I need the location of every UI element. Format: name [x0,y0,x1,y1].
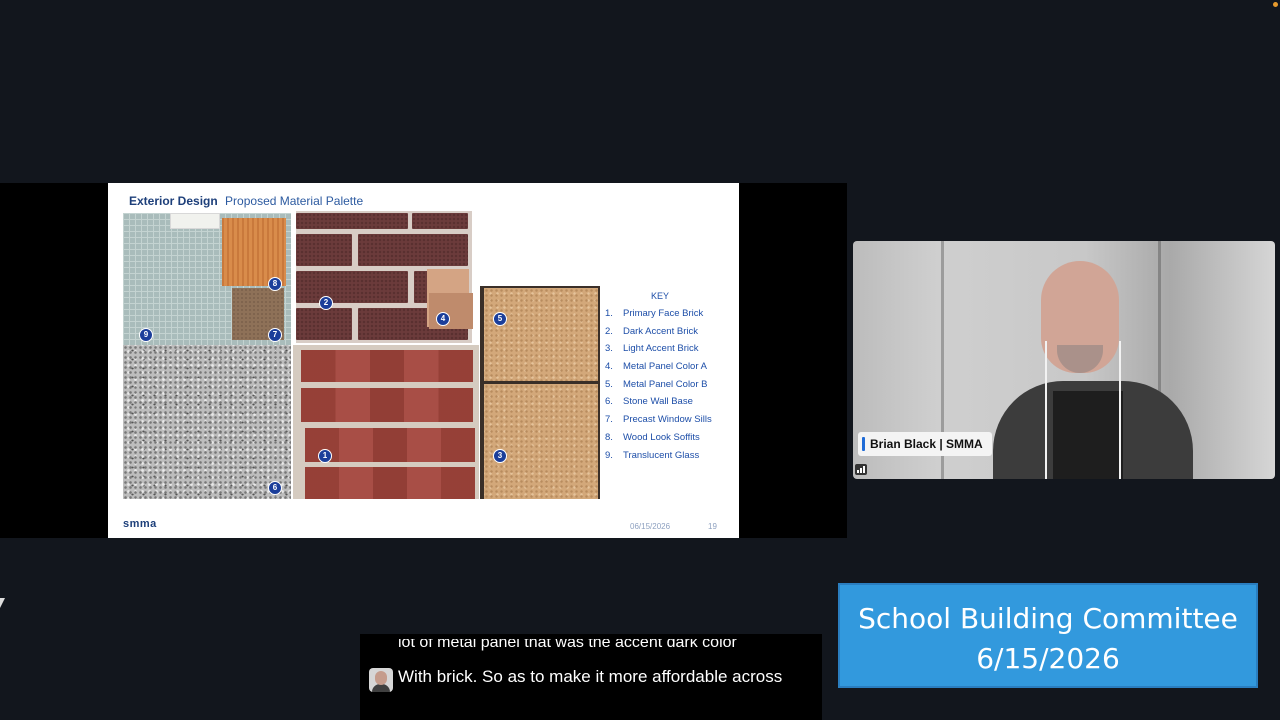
sample-label-card [170,213,220,229]
slide-title-subtitle: Proposed Material Palette [225,194,364,208]
badge-3: 3 [493,449,507,463]
presentation-slide: Exterior Design Proposed Material Palett… [108,183,739,538]
key-item: 9. Translucent Glass [605,449,700,461]
metal-panel-a-shade [429,293,473,329]
caption-previous-line: lot of metal panel that was the accent d… [398,634,737,651]
key-item: 8. Wood Look Soffits [605,431,700,443]
badge-5: 5 [493,312,507,326]
banner-date: 6/15/2026 [976,642,1120,675]
badge-8: 8 [268,277,282,291]
badge-7: 7 [268,328,282,342]
key-title: KEY [650,291,669,301]
mouse-cursor-icon [0,598,5,608]
key-item: 6. Stone Wall Base [605,396,693,408]
caption-current-text: With brick. So as to make it more afford… [398,667,783,686]
slide-date: 06/15/2026 [630,522,671,531]
speaker-avatar [369,668,393,692]
participant-name-tag: Brian Black | SMMA [858,432,992,456]
committee-banner: School Building Committee 6/15/2026 [838,583,1258,688]
banner-title: School Building Committee [858,602,1238,635]
wood-look-soffit-sample [222,218,286,286]
badge-4: 4 [436,312,450,326]
connection-signal-icon[interactable] [855,464,867,475]
badge-1: 1 [318,449,332,463]
badge-6: 6 [268,481,282,495]
key-item: 4. Metal Panel Color A [605,361,707,373]
live-caption-panel: lot of metal panel that was the accent d… [360,634,822,720]
smma-logo: smma [123,518,157,530]
slide-page-number: 19 [708,522,717,531]
key-item: 7. Precast Window Sills [605,414,712,426]
material-key: KEY 1. Primary Face Brick 2. Dark Accent B… [605,291,731,467]
primary-face-brick-sample [293,345,479,499]
key-item: 5. Metal Panel Color B [605,378,708,390]
slide-title: Exterior Design Proposed Material Palett… [129,194,363,208]
stone-wall-base-sample [123,345,291,499]
earbud-wire [1045,341,1047,479]
key-item: 3. Light Accent Brick [605,343,699,355]
key-item: 2. Dark Accent Brick [605,325,698,337]
badge-9: 9 [139,328,153,342]
recording-indicator [1273,2,1278,7]
earbud-wire [1119,341,1121,479]
participant-video-tile[interactable]: Brian Black | SMMA [853,241,1275,479]
badge-2: 2 [319,296,333,310]
key-item: 1. Primary Face Brick [605,308,704,319]
slide-title-bold: Exterior Design [129,194,218,208]
participant-shirt [1053,391,1123,479]
